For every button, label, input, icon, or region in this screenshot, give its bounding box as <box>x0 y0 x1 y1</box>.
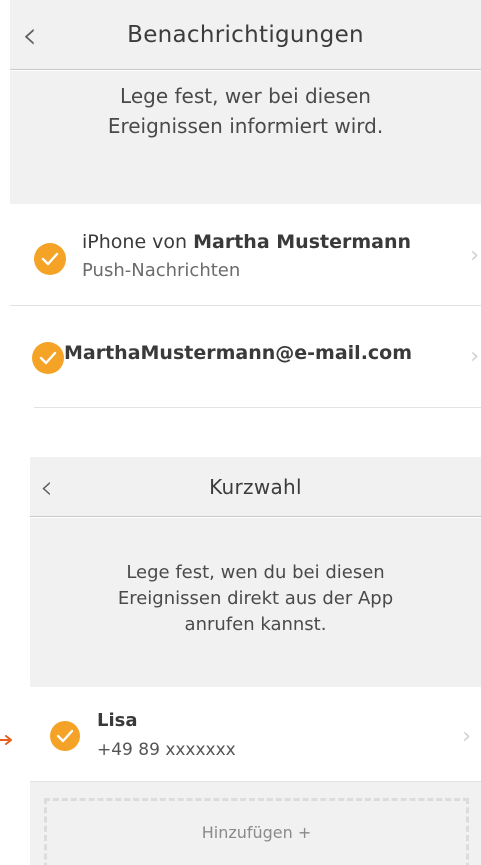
recipient-row-email[interactable]: MarthaMustermann@e-mail.com › <box>32 306 481 408</box>
recipient-email-text: MarthaMustermann@e-mail.com <box>64 342 413 364</box>
add-contact-label: Hinzufügen + <box>201 823 312 842</box>
add-contact-area: Hinzufügen + <box>30 782 481 865</box>
chevron-right-icon: › <box>462 724 471 749</box>
recipient-row-iphone[interactable]: iPhone von Martha Mustermann Push-Nachri… <box>10 205 481 306</box>
contact-row-lisa[interactable]: Lisa +49 89 xxxxxxx › <box>30 688 481 782</box>
notifications-navbar: ‹ Benachrichtigungen <box>10 0 481 70</box>
recipient-email: MarthaMustermann@e-mail.com <box>64 342 412 364</box>
contact-phone: +49 89 xxxxxxx <box>97 740 236 760</box>
chevron-right-icon: › <box>470 344 479 369</box>
contact-name-text: Lisa <box>97 710 138 731</box>
checkmark-icon[interactable] <box>34 243 66 275</box>
speed-dial-screen: ‹ Kurzwahl Lege fest, wen du bei diesen … <box>0 457 481 865</box>
checkmark-icon[interactable] <box>32 342 64 374</box>
notifications-description: Lege fest, wer bei diesen Ereignissen in… <box>10 71 481 204</box>
description-text: Lege fest, wen du bei diesen Ereignissen… <box>117 562 394 635</box>
add-contact-button[interactable]: Hinzufügen + <box>44 798 469 865</box>
recipient-label: iPhone von Martha Mustermann <box>82 231 411 253</box>
chevron-right-icon: › <box>470 243 479 268</box>
speed-dial-description: Lege fest, wen du bei diesen Ereignissen… <box>30 518 481 687</box>
recipient-prefix: iPhone von <box>82 231 194 253</box>
recipient-channel: Push-Nachrichten <box>82 260 241 281</box>
pointer-arrow-icon <box>0 735 12 745</box>
checkmark-icon[interactable] <box>50 721 80 751</box>
recipient-name: Martha Mustermann <box>193 231 412 253</box>
notifications-screen: ‹ Benachrichtigungen Lege fest, wer bei … <box>0 0 481 420</box>
page-title: Kurzwahl <box>209 474 302 499</box>
page-title: Benachrichtigungen <box>127 21 364 48</box>
speed-dial-navbar: ‹ Kurzwahl <box>30 457 481 517</box>
contact-name: Lisa <box>97 710 138 731</box>
description-text: Lege fest, wer bei diesen Ereignissen in… <box>107 84 384 138</box>
